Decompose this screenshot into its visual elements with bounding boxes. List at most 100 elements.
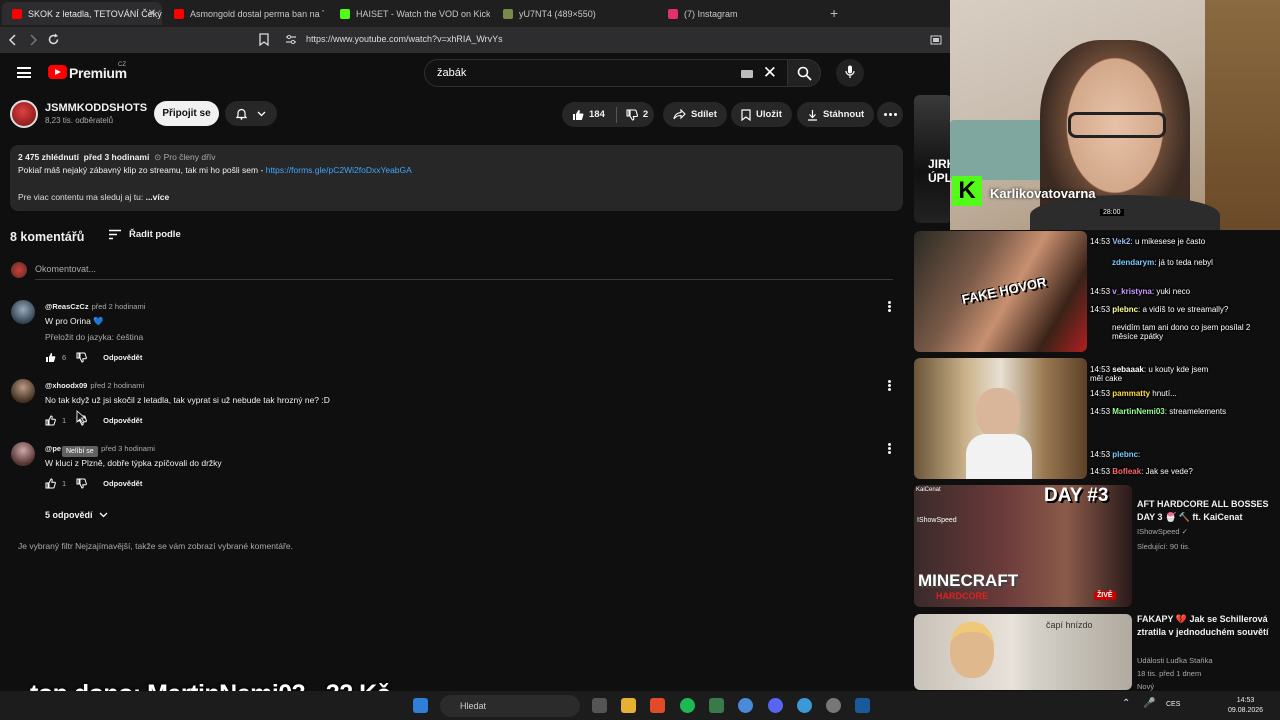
search-button[interactable] (787, 59, 821, 87)
join-button[interactable]: Připojit se (154, 101, 219, 126)
comment-author[interactable]: @ReasCzCz před 2 hodinami (45, 302, 145, 311)
screen-cast-icon[interactable] (930, 35, 942, 45)
language-indicator[interactable]: CES (1166, 701, 1180, 708)
reply-button[interactable]: Odpovědět (103, 416, 142, 425)
microphone-icon[interactable]: 🎤 (1143, 698, 1155, 709)
tray-chevron-icon[interactable]: ⌃ (1122, 698, 1130, 709)
video-thumbnail[interactable]: čapí hnízdo (914, 614, 1132, 690)
comment-text: W pro Orina 💙 (45, 316, 104, 326)
youtube-favicon-icon (174, 8, 184, 19)
share-icon (673, 109, 686, 120)
more-icon (893, 113, 897, 116)
comment-menu-icon[interactable] (888, 380, 891, 391)
start-icon[interactable] (413, 698, 428, 713)
file-explorer-icon[interactable] (621, 698, 636, 713)
microphone-icon (845, 65, 855, 78)
description-text: Pokiaľ máš nejaký zábavný klip zo stream… (18, 165, 266, 175)
obs-icon[interactable] (826, 698, 841, 713)
author-name[interactable]: @pe (45, 444, 61, 453)
comment-avatar[interactable] (11, 442, 35, 466)
menu-icon[interactable] (17, 67, 31, 78)
thumbnail-tag: KaiCenat (916, 487, 941, 493)
discord-icon[interactable] (768, 698, 783, 713)
video-thumbnail[interactable]: JIRK NAŇ ÚPLNĚ VSE? (914, 95, 952, 223)
chat-text: já to teda nebyl (1158, 258, 1213, 267)
bookmark-icon[interactable] (259, 33, 269, 46)
app-icon[interactable] (738, 698, 753, 713)
clock[interactable]: 14:53 09.08.2026 (1228, 696, 1263, 716)
chat-time: 14:53 (1090, 407, 1111, 416)
video-title[interactable]: AFT HARDCORE ALL BOSSES DAY 3 🍧 🔨 ft. Ka… (1137, 498, 1277, 524)
reply-button[interactable]: Odpovědět (103, 479, 142, 488)
reload-icon[interactable] (47, 33, 60, 46)
steam-icon[interactable] (855, 698, 870, 713)
app-icon[interactable] (797, 698, 812, 713)
notification-bell-button[interactable] (225, 101, 277, 126)
save-button[interactable]: Uložit (731, 102, 792, 127)
show-more-button[interactable]: ...více (146, 192, 170, 202)
translate-link[interactable]: Přeložit do jazyka: čeština (45, 332, 143, 342)
chat-message: 14:53 plebnc: a vidíš to ve streamally? (1090, 305, 1229, 314)
video-thumbnail[interactable]: KaiCenat IShowSpeed DAY #3 MINECRAFT HAR… (914, 485, 1132, 607)
comment-avatar[interactable] (11, 300, 35, 324)
close-tab-icon[interactable]: ✕ (148, 8, 156, 19)
site-settings-icon[interactable] (285, 34, 297, 45)
task-view-icon[interactable] (592, 698, 607, 713)
url-field[interactable]: https://www.youtube.com/watch?v=xhRIA_Wr… (306, 34, 503, 44)
add-comment-input[interactable]: Okomentovat... (35, 264, 96, 274)
clear-search-icon[interactable]: ✕ (763, 63, 777, 83)
channel-name[interactable]: JSMMKODDSHOTS (45, 102, 147, 114)
tab-asmongold[interactable]: Asmongold dostal perma ban na Tw (164, 2, 324, 25)
comment-time[interactable]: před 3 hodinami (101, 444, 155, 453)
author-name[interactable]: @ReasCzCz (45, 302, 89, 311)
spotify-icon[interactable] (680, 698, 695, 713)
video-title[interactable]: FAKAPY 💔 Jak se Schillerová ztratila v j… (1137, 613, 1277, 639)
thumbs-down-icon[interactable] (76, 352, 88, 363)
kick-channel-name: Karlikovatovarna (990, 186, 1096, 201)
tab-image[interactable]: yU7NT4 (489×550) (493, 2, 653, 25)
download-button[interactable]: Stáhnout (797, 102, 875, 127)
video-channel[interactable]: Události Luďka Staňka (1137, 655, 1213, 666)
forward-icon[interactable] (28, 34, 38, 46)
comment-menu-icon[interactable] (888, 443, 891, 454)
thumbs-down-icon[interactable] (76, 478, 88, 489)
author-name[interactable]: @xhoodx09 (45, 381, 87, 390)
keyboard-icon[interactable] (741, 70, 753, 78)
tab-youtube-active[interactable]: SKOK z letadla, TETOVÁNÍ Čeký ✕ (2, 2, 162, 25)
dislike-button[interactable]: 2 (626, 108, 648, 121)
video-thumbnail[interactable] (914, 358, 1087, 479)
comment-avatar[interactable] (11, 379, 35, 403)
comment-time[interactable]: před 2 hodinami (90, 381, 144, 390)
app-icon[interactable] (709, 698, 724, 713)
sort-button[interactable]: Řadit podle (108, 229, 181, 240)
back-icon[interactable] (8, 34, 18, 46)
tab-haiset-kick[interactable]: HAISET - Watch the VOD on Kick (330, 2, 490, 25)
channel-avatar[interactable] (10, 100, 38, 128)
video-channel[interactable]: IShowSpeed ✓ (1137, 526, 1188, 537)
brave-browser-icon[interactable] (650, 698, 665, 713)
taskbar-search[interactable]: Hledat (440, 695, 580, 717)
video-thumbnail[interactable]: FAKE HOVOR (914, 231, 1087, 352)
share-button[interactable]: Sdílet (663, 102, 727, 127)
new-tab-button[interactable]: + (830, 5, 838, 21)
thumbs-up-icon[interactable] (45, 352, 56, 363)
video-description[interactable]: 2 475 zhlédnutí před 3 hodinami ⊙ Pro čl… (10, 145, 903, 211)
comment-menu-icon[interactable] (888, 301, 891, 312)
voice-search-button[interactable] (836, 59, 864, 87)
like-button[interactable]: 184 (572, 109, 605, 121)
youtube-favicon-icon (12, 8, 22, 19)
comment-time[interactable]: před 2 hodinami (92, 302, 146, 311)
search-input[interactable]: žabák ✕ (424, 59, 788, 87)
tab-instagram[interactable]: (7) Instagram (658, 2, 818, 25)
description-link[interactable]: https://forms.gle/pC2Wi2foDxxYeabGA (266, 165, 412, 175)
thumbs-up-icon[interactable] (45, 478, 56, 489)
show-replies-button[interactable]: 5 odpovědí (45, 510, 108, 520)
comment-count: 8 komentářů (10, 230, 85, 244)
more-actions-button[interactable] (877, 102, 903, 127)
youtube-logo-icon[interactable] (48, 65, 67, 79)
comment-author[interactable]: @xhoodx09 před 2 hodinami (45, 381, 144, 390)
chat-message: nevidím tam ani dono co jsem posílal 2 m… (1112, 323, 1274, 341)
thumbs-up-icon[interactable] (45, 415, 56, 426)
reply-button[interactable]: Odpovědět (103, 353, 142, 362)
chat-time: 14:53 (1090, 450, 1111, 459)
